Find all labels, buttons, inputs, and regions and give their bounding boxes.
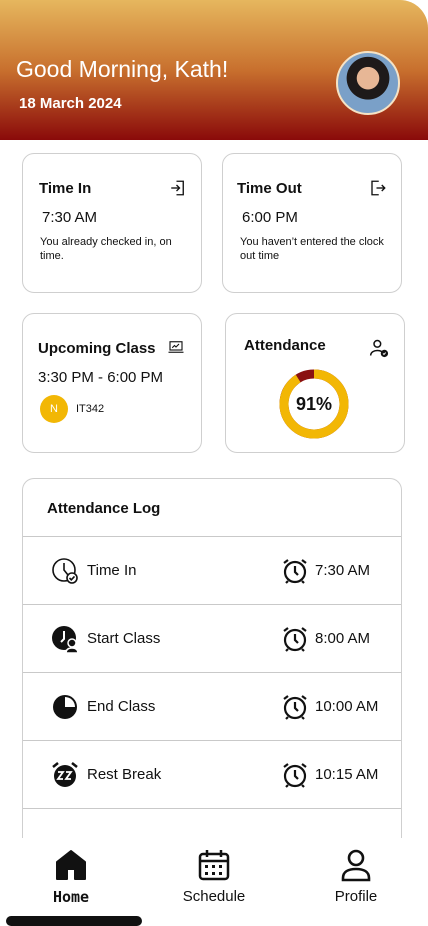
upcoming-class-title: Upcoming Class (38, 340, 156, 357)
nav-profile[interactable]: Profile (296, 848, 416, 908)
time-out-title: Time Out (237, 180, 302, 197)
nav-schedule[interactable]: Schedule (154, 848, 274, 908)
pie-clock-icon (53, 695, 77, 719)
avatar[interactable] (336, 51, 400, 115)
upcoming-class-card[interactable]: Upcoming Class 3:30 PM - 6:00 PM N IT342 (22, 313, 202, 453)
log-label: Rest Break (87, 766, 162, 783)
course-badge: N (40, 395, 68, 423)
time-out-value: 6:00 PM (242, 209, 298, 226)
log-out-icon (371, 180, 386, 196)
log-row[interactable] (23, 808, 401, 838)
attendance-log-title: Attendance Log (47, 500, 161, 517)
time-in-note: You already checked in, on time. (40, 236, 172, 262)
time-in-card[interactable]: Time In 7:30 AM You already checked in, … (22, 153, 202, 293)
bottom-nav: Home Schedule Profile (0, 838, 428, 926)
time-out-note: You haven’t entered the clock out time (240, 236, 384, 262)
attendance-card[interactable]: Attendance 91% (225, 313, 405, 453)
nav-home[interactable]: Home (11, 848, 131, 908)
home-icon (56, 850, 86, 880)
log-row[interactable]: Start Class 8:00 AM (23, 604, 401, 672)
log-time: 10:00 AM (315, 698, 379, 715)
profile-icon (341, 849, 371, 882)
attendance-title: Attendance (244, 337, 326, 354)
time-in-value: 7:30 AM (42, 209, 98, 226)
log-row[interactable]: Rest Break 10:15 AM (23, 740, 401, 808)
snooze-alarm-icon (52, 762, 78, 787)
log-label: Start Class (87, 630, 161, 647)
header-banner: Good Morning, Kath! 18 March 2024 (0, 0, 428, 140)
log-time: 7:30 AM (315, 562, 371, 579)
date-text: 18 March 2024 (19, 95, 122, 112)
attendance-percent: 91% (295, 393, 333, 414)
nav-schedule-label: Schedule (182, 888, 246, 905)
log-row[interactable]: End Class 10:00 AM (23, 672, 401, 740)
course-code: IT342 (76, 403, 105, 415)
user-check-icon (369, 339, 389, 358)
log-time: 10:15 AM (315, 766, 379, 783)
log-row[interactable]: Time In 7:30 AM (23, 536, 401, 604)
clock-check-icon (52, 558, 78, 584)
log-in-icon (171, 180, 184, 196)
upcoming-class-time: 3:30 PM - 6:00 PM (38, 369, 164, 386)
log-label: End Class (87, 698, 156, 715)
alarm-clock-icon (283, 627, 307, 652)
nav-home-label: Home (52, 888, 90, 906)
alarm-clock-icon (283, 559, 307, 584)
calendar-icon (198, 850, 230, 881)
alarm-clock-icon (283, 763, 307, 788)
home-indicator (6, 916, 142, 926)
time-in-title: Time In (39, 180, 92, 197)
greeting-text: Good Morning, Kath! (16, 56, 229, 82)
log-time: 8:00 AM (315, 630, 371, 647)
alarm-clock-icon (283, 695, 307, 720)
laptop-icon (168, 341, 184, 353)
nav-profile-label: Profile (334, 888, 378, 905)
teacher-icon (52, 626, 79, 653)
time-out-card[interactable]: Time Out 6:00 PM You haven’t entered the… (222, 153, 402, 293)
attendance-log: Attendance Log Time In 7:30 AM Start Cla… (22, 478, 402, 838)
log-label: Time In (87, 562, 137, 579)
